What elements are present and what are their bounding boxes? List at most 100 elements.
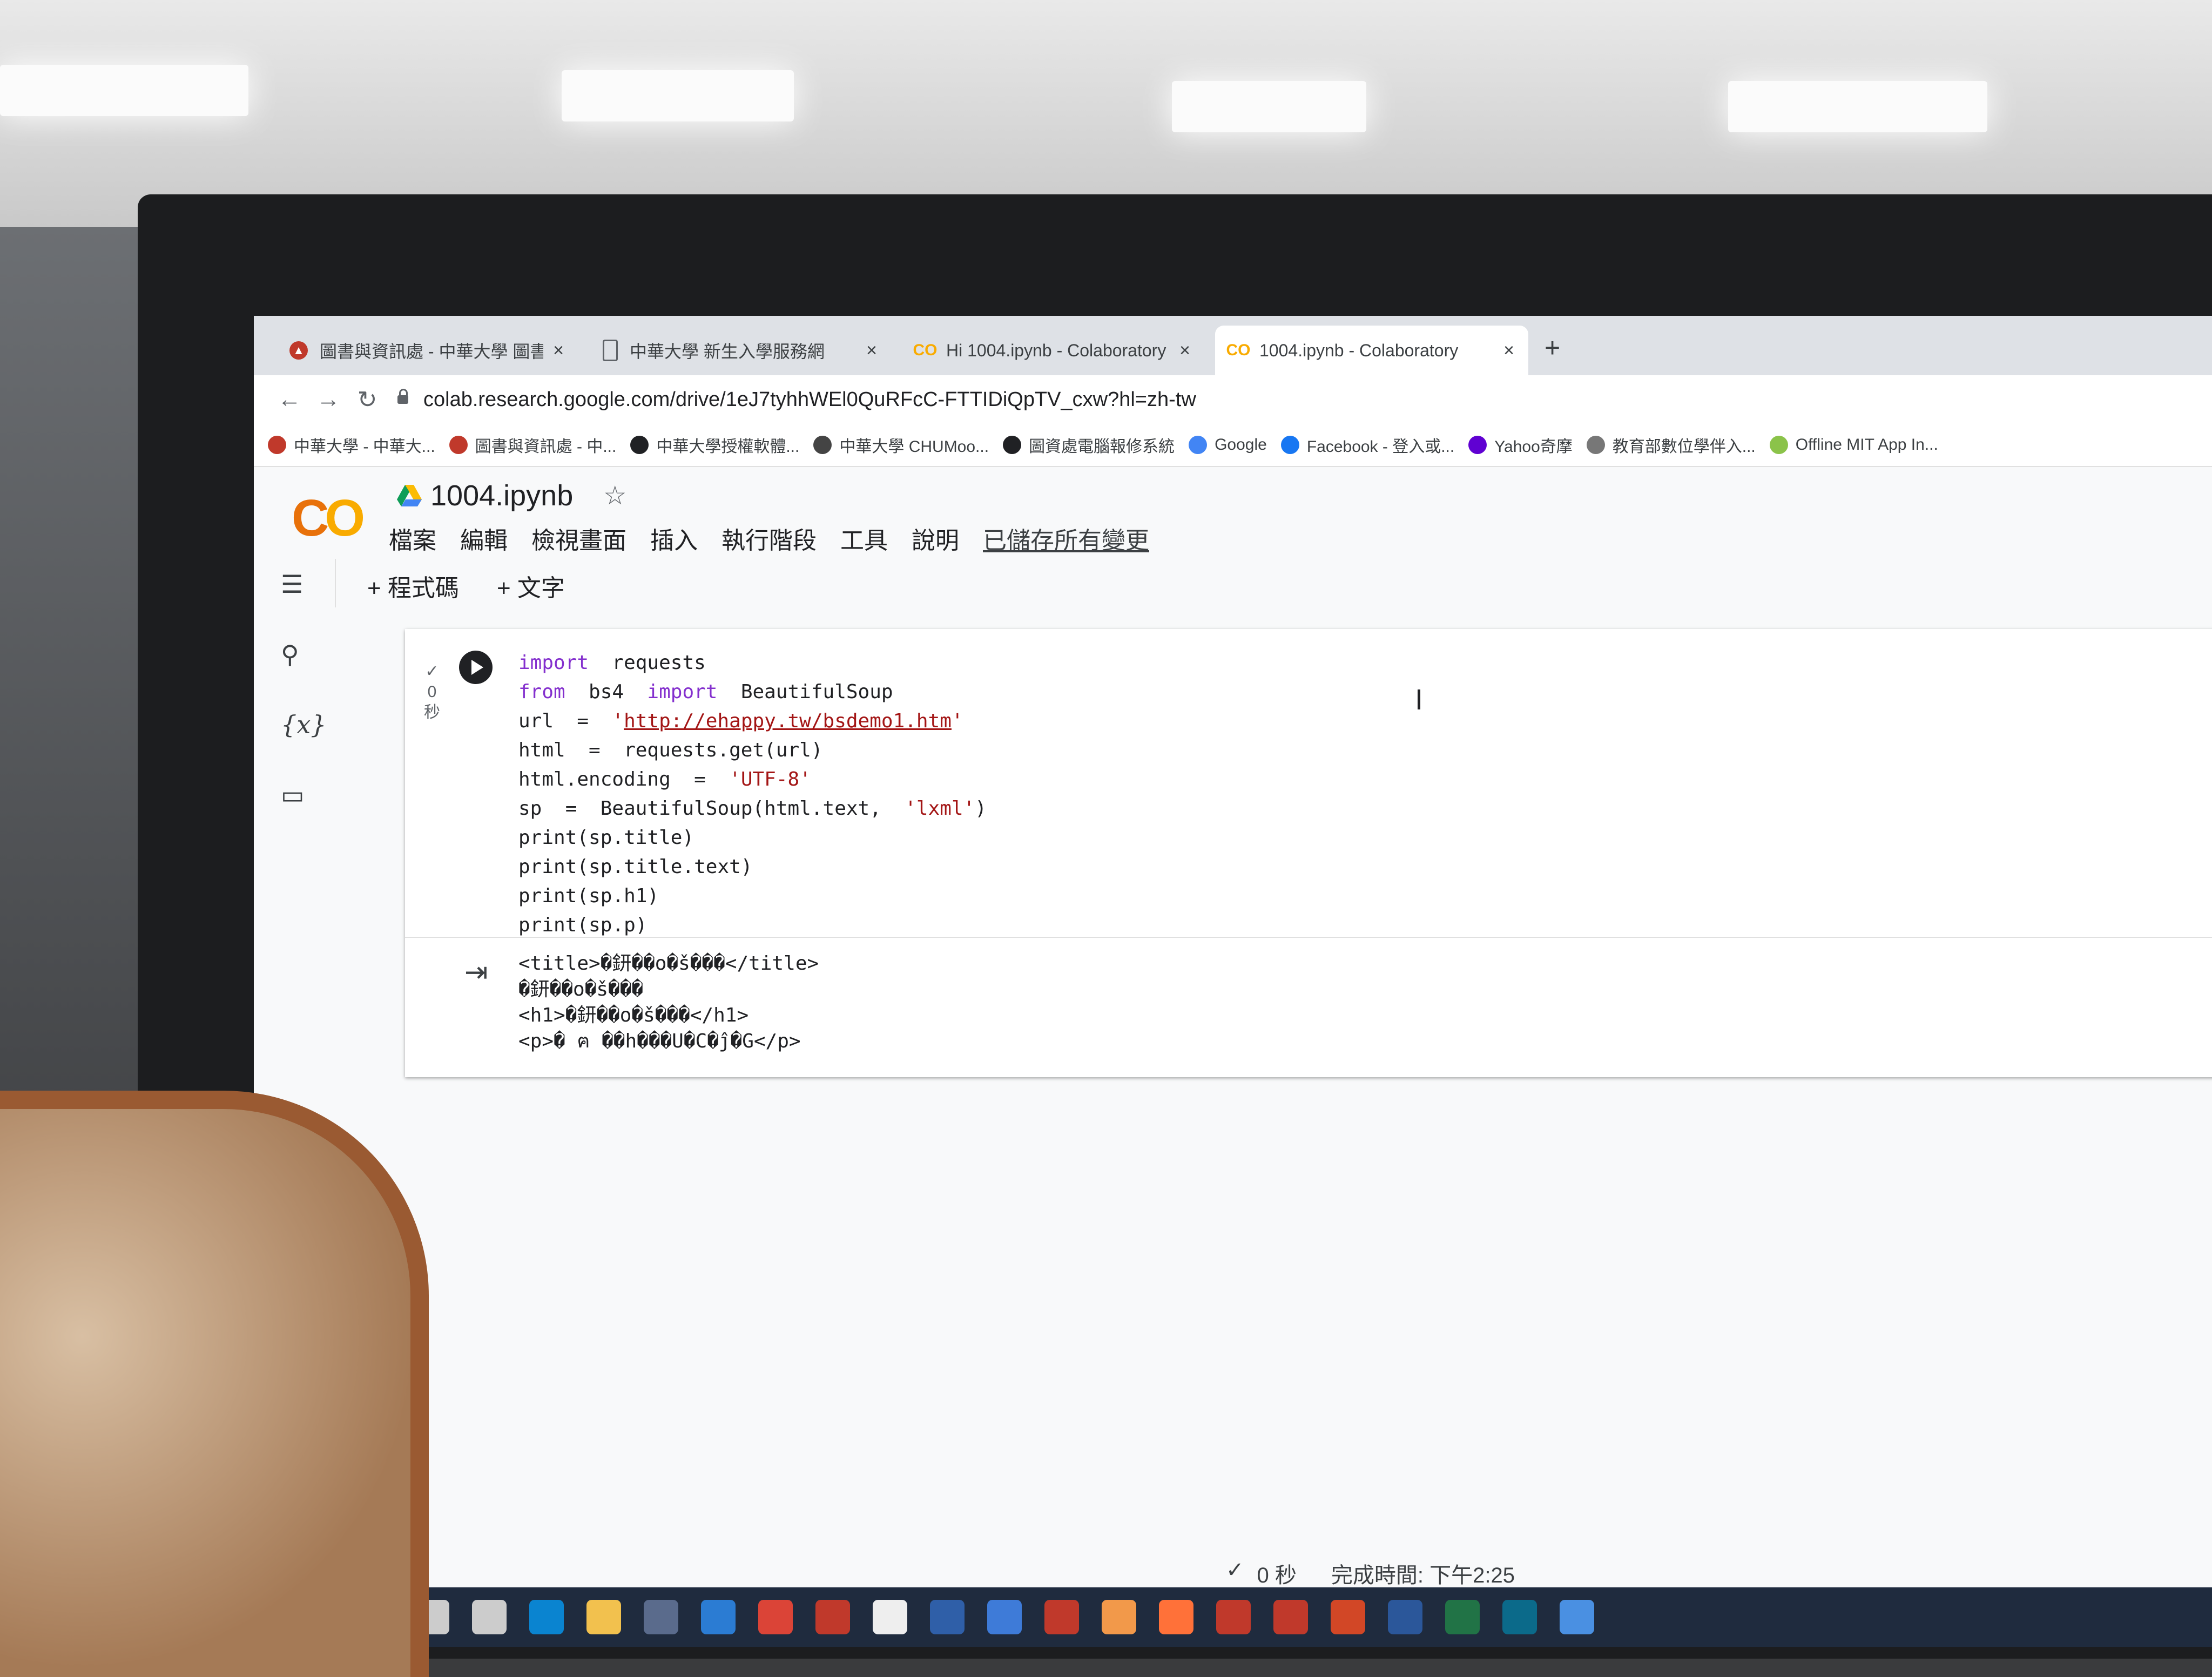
cell-output: <title>�鈃��o�š���</title> �鈃��o�š��� <h1>�… <box>518 951 819 1054</box>
code-token: print(sp.h1) <box>518 885 659 907</box>
code-token: import <box>647 681 718 703</box>
app-icon[interactable] <box>815 1600 850 1634</box>
new-tab-icon[interactable]: + <box>1545 332 1560 363</box>
menu-item[interactable]: 工具 <box>840 521 888 556</box>
app-icon[interactable] <box>1216 1600 1251 1634</box>
firefox-icon[interactable] <box>1159 1600 1193 1634</box>
close-icon[interactable]: × <box>866 340 877 361</box>
bookmark-item[interactable]: 中華大學授權軟體... <box>630 433 799 457</box>
ceiling-background <box>0 0 2212 227</box>
bookmark-item[interactable]: 教育部數位學伴入... <box>1586 433 1756 457</box>
app-icon[interactable] <box>1044 1600 1079 1634</box>
explorer-icon[interactable] <box>586 1600 621 1634</box>
menu-item[interactable]: 說明 <box>912 521 959 556</box>
tab-colab-active[interactable]: CO 1004.ipynb - Colaboratory × <box>1215 326 1528 375</box>
code-cell[interactable]: ✓ 0 秒 import requests from bs4 import Bea… <box>405 629 2212 1077</box>
output-icon[interactable]: ⇥ <box>464 956 488 989</box>
store-icon[interactable] <box>644 1600 678 1634</box>
tab-title: 1004.ipynb - Colaboratory <box>1259 340 1459 360</box>
windows-taskbar <box>335 1587 2212 1647</box>
bookmark-label: Facebook - 登入或... <box>1306 438 1455 456</box>
bookmark-item[interactable]: Google <box>1189 436 1267 454</box>
code-token[interactable]: http://ehappy.tw/bsdemo1.htm <box>624 710 952 732</box>
app-icon[interactable] <box>1502 1600 1537 1634</box>
status-check-icon: ✓ <box>1226 1558 1244 1582</box>
save-status-link[interactable]: 已儲存所有變更 <box>983 521 1149 556</box>
star-icon[interactable]: ☆ <box>603 481 626 511</box>
status-bar[interactable]: ✓ 0 秒 完成時間: 下午2:25 <box>1226 1558 1515 1589</box>
code-token: ' <box>951 710 963 732</box>
code-line: html = requests.get(url) <box>518 736 987 765</box>
lock-icon <box>397 389 408 404</box>
code-token: from <box>518 681 565 703</box>
bookmark-item[interactable]: Yahoo奇摩 <box>1468 433 1573 457</box>
execution-info: ✓ 0 秒 <box>416 661 448 723</box>
url-text: colab.research.google.com/drive/1eJ7tyhh… <box>423 388 1196 411</box>
chrome-icon[interactable] <box>758 1600 793 1634</box>
cd-icon[interactable] <box>930 1600 965 1634</box>
app-icon[interactable] <box>873 1600 907 1634</box>
menu-item[interactable]: 編輯 <box>460 521 508 556</box>
menu-item[interactable]: 執行階段 <box>721 521 817 556</box>
code-line: from bs4 import BeautifulSoup <box>518 678 987 707</box>
bookmark-item[interactable]: Offline MIT App In... <box>1769 436 1938 454</box>
close-icon[interactable]: × <box>1179 340 1190 361</box>
bookmark-label: 中華大學 - 中華大... <box>294 438 435 456</box>
browser-toolbar: ← → ↻ colab.research.google.com/drive/1e… <box>254 375 2212 424</box>
status-duration: 0 秒 <box>1257 1564 1297 1587</box>
menu-item[interactable]: 檢視畫面 <box>531 521 626 556</box>
output-line: <p>� ฅ ��h���U�C�ĵ�G</p> <box>518 1030 801 1052</box>
bookmark-label: 教育部數位學伴入... <box>1612 438 1756 456</box>
app-icon[interactable] <box>1273 1600 1308 1634</box>
colab-logo[interactable]: CO <box>292 489 365 548</box>
code-token: html.encoding = <box>518 768 730 790</box>
library-icon: ▲ <box>289 341 308 360</box>
add-text-button[interactable]: + 文字 <box>497 569 565 603</box>
mail-icon[interactable] <box>701 1600 736 1634</box>
bookmark-label: 圖書與資訊處 - 中... <box>475 438 617 456</box>
bookmark-item[interactable]: 圖書與資訊處 - 中... <box>449 433 617 457</box>
app-icon[interactable] <box>1560 1600 1594 1634</box>
bookmark-item[interactable]: Facebook - 登入或... <box>1280 433 1455 457</box>
variables-icon[interactable]: {x} <box>281 710 326 739</box>
menu-item[interactable]: 插入 <box>650 521 698 556</box>
taskview-icon[interactable] <box>472 1600 507 1634</box>
word-icon[interactable] <box>1388 1600 1422 1634</box>
mit-icon <box>1769 436 1788 454</box>
ceiling-light <box>562 70 794 121</box>
add-code-button[interactable]: + 程式碼 <box>367 569 459 603</box>
exec-check-icon: ✓ <box>425 662 439 680</box>
close-icon[interactable]: × <box>1503 340 1514 361</box>
handbag-foreground <box>0 1091 429 1677</box>
app-icon[interactable] <box>987 1600 1022 1634</box>
code-line: print(sp.h1) <box>518 882 987 911</box>
excel-icon[interactable] <box>1445 1600 1480 1634</box>
library-icon <box>449 436 468 454</box>
back-icon[interactable]: ← <box>270 386 309 413</box>
bookmark-item[interactable]: 中華大學 - 中華大... <box>268 433 435 457</box>
tab-freshman[interactable]: 中華大學 新生入學服務網 × <box>589 326 891 375</box>
folder-icon[interactable]: ▭ <box>281 780 304 809</box>
code-editor[interactable]: import requests from bs4 import Beautiful… <box>518 648 987 940</box>
powerpoint-icon[interactable] <box>1331 1600 1365 1634</box>
colab-header: CO 1004.ipynb ☆ 檔案 編輯 檢視畫面 插入 執行階段 工具 說明 已儲存所有變… <box>254 467 2212 559</box>
app-icon[interactable] <box>1102 1600 1136 1634</box>
code-token: import <box>518 652 589 674</box>
close-icon[interactable]: × <box>553 340 564 361</box>
reload-icon[interactable]: ↻ <box>348 386 387 414</box>
tab-hi-colab[interactable]: CO Hi 1004.ipynb - Colaboratory × <box>902 326 1204 375</box>
notebook-title[interactable]: 1004.ipynb ☆ <box>397 479 626 512</box>
bookmark-item[interactable]: 中華大學 CHUMoo... <box>813 433 989 457</box>
address-bar[interactable]: colab.research.google.com/drive/1eJ7tyhh… <box>397 382 1196 417</box>
tab-library[interactable]: ▲ 圖書與資訊處 - 中華大學 圖書與 × <box>275 326 578 375</box>
forward-icon[interactable]: → <box>309 386 348 413</box>
toc-icon[interactable]: ☰ <box>281 570 303 599</box>
globe-icon <box>630 436 649 454</box>
ceiling-light <box>0 65 248 116</box>
menu-item[interactable]: 檔案 <box>389 521 436 556</box>
yahoo-icon <box>1468 436 1487 454</box>
run-cell-button[interactable] <box>459 651 493 684</box>
bookmark-item[interactable]: 圖資處電腦報修系統 <box>1003 433 1175 457</box>
search-icon[interactable]: ⚲ <box>281 640 299 669</box>
edge-icon[interactable] <box>529 1600 564 1634</box>
